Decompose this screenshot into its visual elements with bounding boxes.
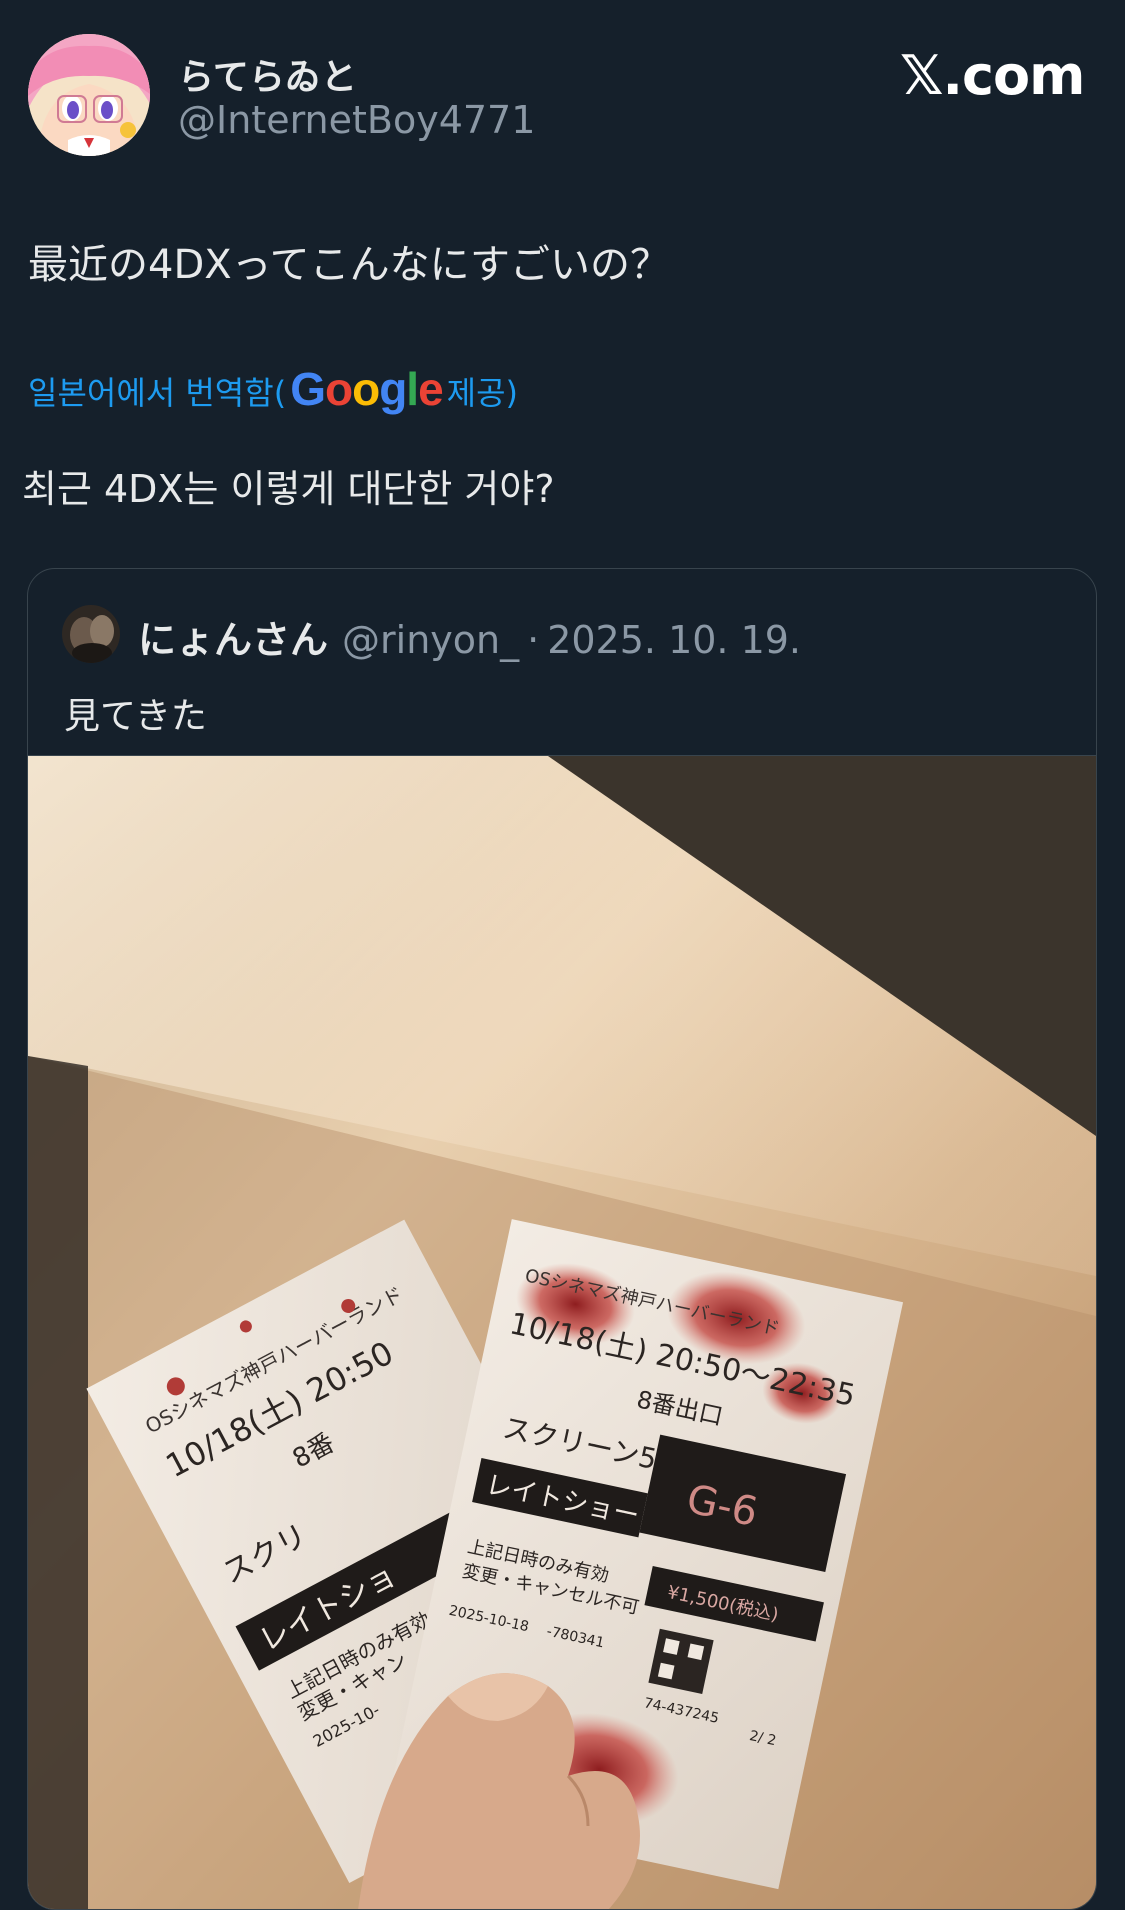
google-logo-letter: e [418,363,444,415]
google-logo-letter: o [324,363,353,415]
google-logo-letter: o [352,363,380,415]
quoted-date[interactable]: 2025. 10. 19. [547,618,801,662]
quoted-author-avatar[interactable] [62,605,120,663]
x-logo: 𝕏.com [900,44,1085,107]
google-logo-letter: l [406,363,419,415]
quoted-tweet-card[interactable]: にょんさん @rinyon_ · 2025. 10. 19. 見てきた OSシネ… [27,568,1097,1910]
quoted-header: にょんさん @rinyon_ · 2025. 10. 19. [138,609,801,664]
author-avatar[interactable] [28,34,150,156]
tweet-text: 最近の4DXってこんなにすごいの？ [28,242,671,288]
quoted-separator: · [527,618,540,662]
qr-code [648,1628,714,1695]
quoted-handle[interactable]: @rinyon_ [342,618,519,662]
google-logo-letter: G [290,363,326,415]
quoted-tweet-text: 見てきた [64,696,207,737]
translation-suffix: 제공) [446,374,519,412]
google-logo-letter: g [379,363,407,415]
quoted-display-name[interactable]: にょんさん [138,609,328,664]
google-logo: Google [290,362,444,416]
translation-prefix: 일본어에서 번역함( [28,374,287,412]
author-handle[interactable]: @InternetBoy4771 [178,98,535,142]
quoted-tweet-photo[interactable]: OSシネマズ神戸ハーバーランド 10/18(土) 20:50 8番 スクリ レイ… [28,755,1096,1909]
translated-text: 최근 4DX는 이렇게 대단한 거야? [22,467,555,511]
author-display-name[interactable]: らてらゐと [178,48,357,100]
translation-attribution[interactable]: 일본어에서 번역함( Google 제공) [28,362,519,418]
